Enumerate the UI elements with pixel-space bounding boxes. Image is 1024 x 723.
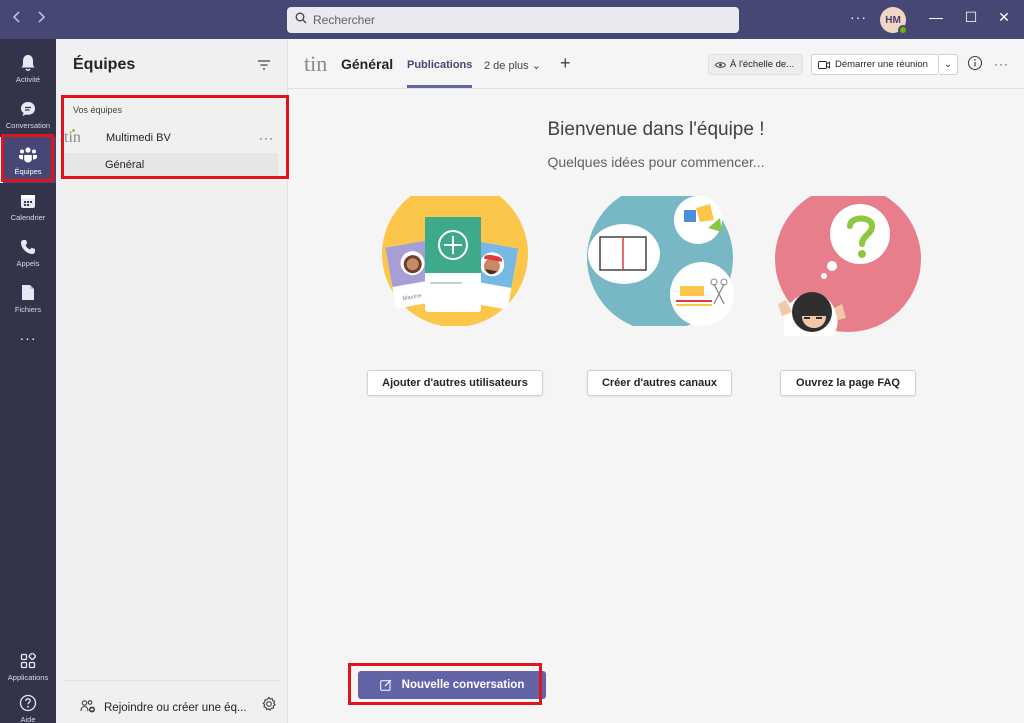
rail-item-label: Fichiers xyxy=(14,304,42,314)
avatar[interactable]: HM xyxy=(880,7,908,35)
minimize-button[interactable]: — xyxy=(926,9,946,25)
forward-arrow-icon[interactable] xyxy=(32,10,50,28)
rail-item-label: Calendrier xyxy=(10,212,46,222)
rail-item-activity[interactable]: Activité xyxy=(0,45,56,91)
panel-title: Équipes xyxy=(73,56,136,73)
faq-illustration xyxy=(775,196,921,336)
org-wide-button[interactable]: À l'échelle de... xyxy=(708,54,803,75)
team-logo: tin xyxy=(64,129,81,146)
create-channels-button[interactable]: Créer d'autres canaux xyxy=(587,370,732,396)
rail-item-chat[interactable]: Conversation xyxy=(0,91,56,137)
help-icon xyxy=(18,693,38,713)
chat-icon xyxy=(18,99,38,119)
rail-item-label: Équipes xyxy=(14,166,42,176)
presence-status-icon xyxy=(898,25,908,35)
rail-item-label: Activité xyxy=(15,74,41,84)
rail-item-apps[interactable]: Applications xyxy=(0,643,56,689)
team-item[interactable]: tin Multimedi BV ··· xyxy=(64,125,278,151)
org-wide-label: À l'échelle de... xyxy=(730,59,795,70)
channel-header: tin Général Publications 2 de plus ⌄ + À… xyxy=(288,39,1024,89)
calendar-icon xyxy=(18,191,38,211)
title-bar: ··· HM — ☐ ✕ xyxy=(0,0,1024,39)
open-faq-button[interactable]: Ouvrez la page FAQ xyxy=(780,370,916,396)
rail-item-help[interactable]: Aide xyxy=(0,685,56,723)
rail-item-calendar[interactable]: Calendrier xyxy=(0,183,56,229)
app-rail: Activité Conversation Équipes Calendrier… xyxy=(0,39,56,723)
channel-name: Général xyxy=(105,159,145,171)
teams-panel: Équipes Vos équipes tin Multimedi BV ···… xyxy=(56,39,288,723)
filter-icon[interactable] xyxy=(257,58,271,76)
main-content: Bienvenue dans l'équipe ! Quelques idées… xyxy=(288,90,1024,723)
compose-icon xyxy=(379,679,392,691)
channel-more-options-icon[interactable]: ··· xyxy=(994,57,1009,71)
section-label: Vos équipes xyxy=(73,105,123,115)
channels-illustration xyxy=(587,196,734,326)
channel-item-general[interactable]: Général xyxy=(64,153,278,177)
rail-item-label: Applications xyxy=(7,672,49,682)
rail-item-calls[interactable]: Appels xyxy=(0,229,56,275)
new-conversation-button[interactable]: Nouvelle conversation xyxy=(358,671,546,699)
search-bar[interactable] xyxy=(287,7,739,33)
tab-more[interactable]: 2 de plus ⌄ xyxy=(484,59,541,72)
phone-icon xyxy=(18,237,38,257)
new-conversation-label: Nouvelle conversation xyxy=(401,679,525,691)
info-icon[interactable] xyxy=(967,55,983,76)
people-cards-illustration: Maxine xyxy=(382,196,528,326)
active-tab-indicator xyxy=(407,85,472,88)
teams-icon xyxy=(18,145,38,165)
close-window-button[interactable]: ✕ xyxy=(994,9,1014,26)
join-or-create-team-button[interactable]: Rejoindre ou créer une éq... xyxy=(72,699,247,716)
apps-icon xyxy=(18,651,38,671)
team-name: Multimedi BV xyxy=(106,132,171,144)
file-icon xyxy=(18,283,38,303)
more-options-icon[interactable]: ··· xyxy=(850,9,867,25)
more-apps-button[interactable]: ··· xyxy=(0,315,56,361)
meeting-dropdown-button[interactable]: ⌄ xyxy=(939,54,958,75)
add-tab-button[interactable]: + xyxy=(560,53,571,74)
add-users-button[interactable]: Ajouter d'autres utilisateurs xyxy=(367,370,543,396)
tab-publications[interactable]: Publications xyxy=(407,59,472,71)
channel-title: Général xyxy=(341,56,394,72)
avatar-initials: HM xyxy=(885,14,901,26)
welcome-title: Bienvenue dans l'équipe ! xyxy=(547,119,765,140)
rail-item-label: Aide xyxy=(20,714,36,723)
rail-item-label: Appels xyxy=(16,258,40,268)
welcome-subtitle: Quelques idées pour commencer... xyxy=(547,154,765,170)
join-label: Rejoindre ou créer une éq... xyxy=(104,701,247,714)
gear-icon[interactable] xyxy=(261,696,277,717)
video-camera-icon xyxy=(818,60,830,69)
start-meeting-label: Démarrer une réunion xyxy=(835,59,928,70)
bell-icon xyxy=(18,53,38,73)
rail-item-label: Conversation xyxy=(5,120,51,130)
channel-team-logo: tin xyxy=(304,51,328,76)
search-icon xyxy=(295,11,307,29)
maximize-button[interactable]: ☐ xyxy=(961,9,981,26)
search-input[interactable] xyxy=(313,13,713,27)
chevron-down-icon: ⌄ xyxy=(944,59,952,70)
team-more-options-icon[interactable]: ··· xyxy=(259,131,274,145)
rail-item-teams[interactable]: Équipes xyxy=(0,137,56,183)
add-people-icon xyxy=(80,699,96,716)
back-arrow-icon[interactable] xyxy=(8,10,26,28)
eye-icon xyxy=(715,61,726,69)
start-meeting-button[interactable]: Démarrer une réunion xyxy=(811,54,939,75)
